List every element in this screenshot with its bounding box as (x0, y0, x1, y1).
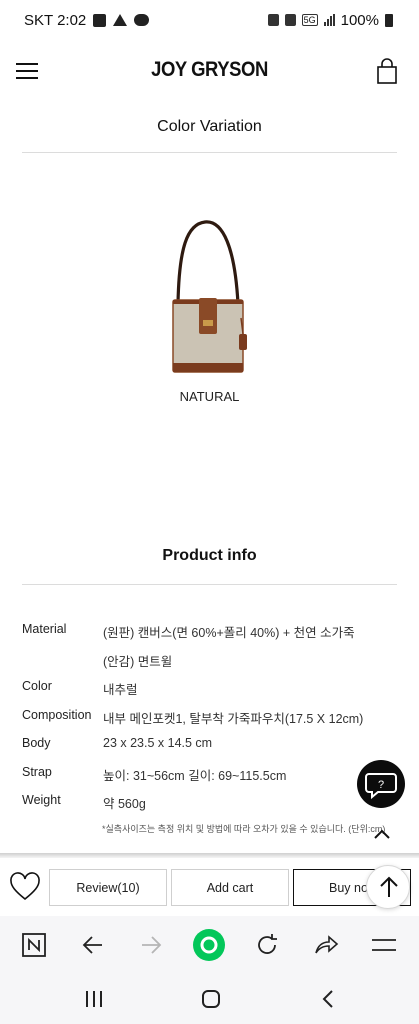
talk-icon (134, 14, 150, 26)
chevron-up-icon[interactable] (373, 828, 391, 840)
battery-percent: 100% (340, 11, 379, 29)
spec-value: (원판) 캔버스(면 60%+폴리 40%) + 천연 소가죽 (103, 626, 355, 640)
review-button[interactable]: Review(10) (49, 869, 167, 906)
size-note: *실측사이즈는 측정 위치 및 방법에 따라 오차가 있을 수 있습니다. (단… (102, 824, 386, 834)
site-header: JOY GRYSON (0, 40, 419, 104)
bag-swatch-natural-image[interactable] (165, 218, 251, 378)
menu-icon[interactable] (371, 932, 397, 958)
spec-row: Strap 높이: 31~56cm 길이: 69~115.5cm (22, 765, 397, 785)
spec-row: Composition 내부 메인포켓1, 탈부착 가죽파우치(17.5 X 1… (22, 708, 397, 728)
add-cart-button[interactable]: Add cart (171, 869, 289, 906)
browser-toolbar (0, 916, 419, 974)
spec-label: Body (22, 736, 51, 750)
spec-value: 내부 메인포켓1, 탈부착 가죽파우치(17.5 X 12cm) (103, 712, 364, 726)
product-info-title: Product info (162, 547, 257, 564)
system-nav-bar (0, 974, 419, 1024)
spec-label: Color (22, 679, 52, 693)
carrier-time: SKT 2:02 (24, 11, 87, 29)
spec-row: Weight 약 560g (22, 793, 397, 813)
spec-label: Strap (22, 765, 52, 779)
spec-value: 23 x 23.5 x 14.5 cm (103, 736, 213, 750)
brand-logo[interactable]: JOY GRYSON (25, 58, 394, 82)
status-left: SKT 2:02 (24, 11, 150, 29)
spec-label: Composition (22, 708, 92, 722)
spec-value: 높이: 31~56cm 길이: 69~115.5cm (103, 769, 287, 783)
arrow-up-icon (380, 876, 398, 897)
naver-icon[interactable] (21, 932, 47, 958)
share-icon[interactable] (313, 932, 339, 958)
chat-icon: ? (365, 773, 397, 800)
spec-row: Material (원판) 캔버스(면 60%+폴리 40%) + 천연 소가죽 (22, 622, 397, 642)
back-icon[interactable] (80, 932, 106, 958)
spec-value: (안감) 면트윌 (103, 655, 173, 669)
spec-row: Color 내추럴 (22, 679, 397, 699)
refresh-icon[interactable] (254, 932, 280, 958)
spec-value: 내추럴 (103, 683, 138, 697)
shopping-bag-icon[interactable] (377, 58, 397, 84)
heart-icon[interactable] (9, 872, 41, 902)
spec-label: Material (22, 622, 67, 636)
spec-label: Weight (22, 793, 61, 807)
color-variation-title: Color Variation (157, 118, 262, 135)
forward-icon[interactable] (138, 932, 164, 958)
home-button-icon[interactable] (200, 989, 222, 1009)
alarm-icon (267, 14, 279, 26)
mute-icon (284, 14, 296, 26)
spec-value: 약 560g (103, 797, 146, 811)
spec-row: (안감) 면트윌 (22, 651, 397, 671)
network-badge: 5G (301, 14, 318, 26)
swatch-label: NATURAL (179, 389, 240, 404)
signal-icon (323, 14, 335, 26)
spec-row: Body 23 x 23.5 x 14.5 cm (22, 736, 397, 756)
scroll-top-button[interactable] (366, 865, 410, 909)
action-bar: Review(10) Add cart Buy now (0, 858, 419, 916)
battery-icon (385, 13, 393, 27)
divider (22, 152, 397, 153)
chat-button[interactable]: ? (357, 760, 405, 808)
back-button-icon[interactable] (318, 989, 340, 1009)
warning-icon (113, 14, 128, 26)
gallery-icon (93, 13, 107, 27)
status-bar: SKT 2:02 5G 100% (0, 0, 419, 40)
chat-icon-text: ? (378, 779, 384, 791)
divider (22, 584, 397, 585)
spec-label (22, 651, 103, 671)
recent-apps-icon[interactable] (83, 989, 105, 1009)
status-right: 5G 100% (267, 11, 393, 29)
home-icon[interactable] (193, 929, 225, 961)
